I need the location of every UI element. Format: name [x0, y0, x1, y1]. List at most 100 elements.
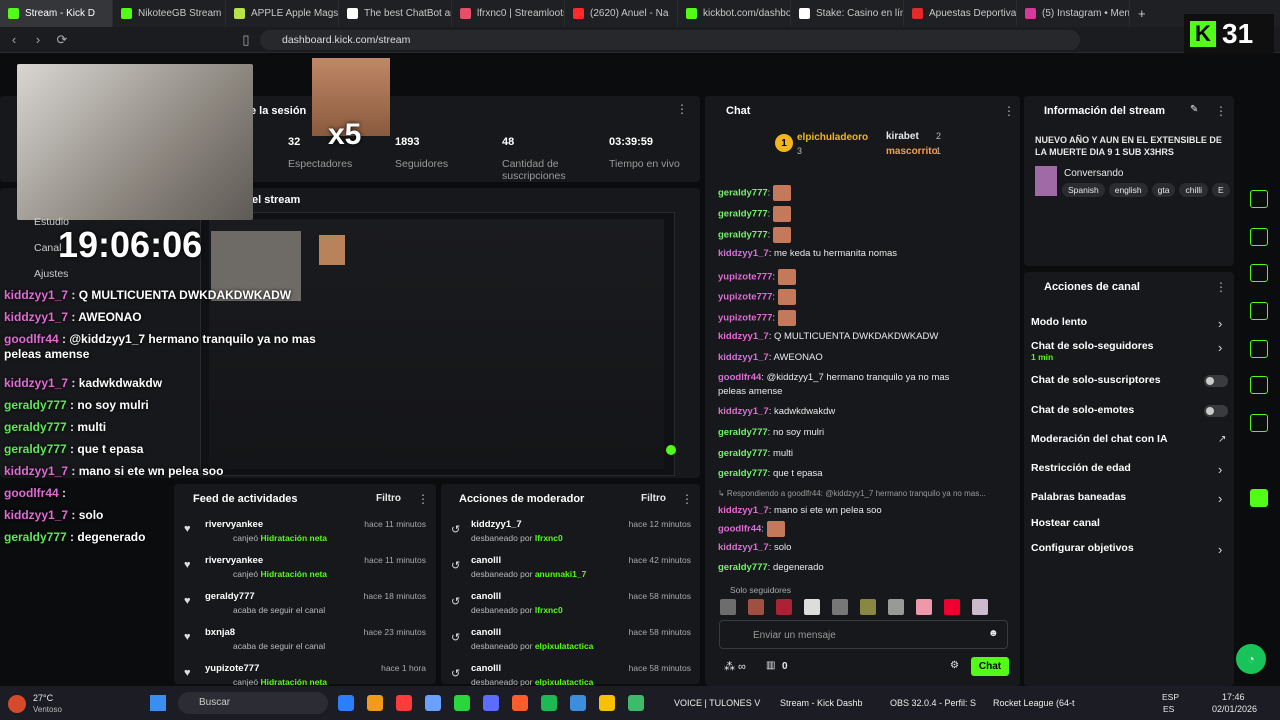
chat-message[interactable]: geraldy777: [718, 185, 791, 201]
forward-icon[interactable]: › [28, 32, 48, 47]
taskbar-app-icon[interactable] [628, 695, 644, 711]
browser-tab[interactable]: The best ChatBot and [339, 0, 452, 27]
bolt-icon[interactable] [1250, 228, 1268, 246]
chat-username[interactable]: geraldy777 [718, 230, 768, 241]
activity-item[interactable]: ♥ rivervyankee canjeó Hidratación neta hace… [184, 555, 426, 585]
channel-action-item[interactable]: Chat de solo-seguidores 1 min [1031, 340, 1154, 362]
moderator-item[interactable]: ↺ canolll desbaneado por anunnaki1_7 hace 4… [451, 555, 691, 585]
channel-action-item[interactable]: Chat de solo-suscriptores [1031, 374, 1161, 386]
browser-tab[interactable]: Stream - Kick D [0, 0, 113, 27]
browser-tab[interactable]: NikoteeGB Stream [113, 0, 226, 27]
taskbar-app-label[interactable]: Stream - Kick Dashb [780, 698, 863, 708]
support-chat-icon[interactable]: ◔ [1236, 644, 1266, 674]
activity-item[interactable]: ♥ geraldy777 acaba de seguir el canal hace… [184, 591, 426, 621]
chat-message[interactable]: kiddzyy1_7: mano si ete wn pelea soo [718, 505, 882, 516]
chat-username[interactable]: yupizote777 [718, 272, 772, 283]
chat-username[interactable]: kiddzyy1_7 [718, 542, 769, 553]
browser-tab[interactable]: Stake: Casino en línea [791, 0, 904, 27]
chat-message[interactable]: ↳ Respondiendo a goodlfr44: @kiddzyy1_7 … [718, 489, 986, 498]
taskbar-app-label[interactable]: OBS 32.0.4 - Perfil: S [890, 698, 976, 708]
url-field[interactable]: dashboard.kick.com/stream [260, 30, 1080, 50]
chat-username[interactable]: kiddzyy1_7 [718, 505, 769, 516]
taskbar-search[interactable]: Buscar [178, 692, 328, 714]
recent-emote-icon[interactable] [916, 599, 932, 615]
browser-tab[interactable]: (2620) Anuel - Na [565, 0, 678, 27]
taskbar-app-label[interactable]: VOICE | TULONES V [674, 698, 760, 708]
chat-username[interactable]: geraldy777 [718, 209, 768, 220]
new-tab-button[interactable]: + [1138, 6, 1146, 21]
stream-tag[interactable]: gta [1151, 183, 1176, 197]
recent-emote-icon[interactable] [804, 599, 820, 615]
recent-emote-icon[interactable] [888, 599, 904, 615]
chat-message[interactable]: kiddzyy1_7: AWEONAO [718, 352, 823, 363]
gift-icon[interactable]: ▥ [766, 660, 775, 671]
chevron-right-icon[interactable]: › [1218, 462, 1222, 477]
activity-filter-button[interactable]: Filtro [376, 493, 401, 504]
chat-message[interactable]: goodlfr44: @kiddzyy1_7 hermano tranquilo… [718, 372, 949, 383]
list-icon[interactable] [1250, 376, 1268, 394]
external-link-icon[interactable]: ↗ [1218, 434, 1226, 445]
stream-tag[interactable]: Spanish [1062, 183, 1105, 197]
chat-message[interactable]: goodlfr44: [718, 521, 785, 537]
channel-points-icon[interactable]: ⁂ ∞ [724, 660, 746, 673]
chat-username[interactable]: kiddzyy1_7 [718, 331, 769, 342]
moderator-item[interactable]: ↺ kiddzyy1_7 desbaneado por lfrxnc0 hace 12… [451, 519, 691, 549]
chat-settings-icon[interactable]: ⚙ [950, 660, 959, 671]
chat-message[interactable]: geraldy777: no soy mulri [718, 427, 824, 438]
chat-message[interactable]: yupizote777: [718, 289, 796, 305]
emoji-icon[interactable]: ☻ [988, 628, 999, 639]
stream-tag[interactable]: chilli [1179, 183, 1209, 197]
activity-item[interactable]: ♥ bxnja8 acaba de seguir el canal hace 23 … [184, 627, 426, 657]
chat-message[interactable]: yupizote777: [718, 269, 796, 285]
chat-message[interactable]: geraldy777: [718, 206, 791, 222]
channel-action-item[interactable]: Chat de solo-emotes [1031, 404, 1134, 416]
weather-icon[interactable] [8, 695, 26, 713]
moderator-item[interactable]: ↺ canolll desbaneado por elpixulatactica ha… [451, 627, 691, 657]
browser-tab[interactable]: kickbot.com/dashboa [678, 0, 791, 27]
chevron-right-icon[interactable]: › [1218, 542, 1222, 557]
bookmark-icon[interactable]: ▯ [236, 32, 256, 48]
media-icon[interactable] [1250, 489, 1268, 507]
browser-tab[interactable]: Apuestas Deportivas [904, 0, 1017, 27]
taskbar-app-icon[interactable] [338, 695, 354, 711]
chat-username[interactable]: yupizote777 [718, 313, 772, 324]
chat-username[interactable]: geraldy777 [718, 448, 768, 459]
chat-username[interactable]: kiddzyy1_7 [718, 248, 769, 259]
channel-action-item[interactable]: Hostear canal [1031, 517, 1100, 529]
chevron-right-icon[interactable]: › [1218, 340, 1222, 355]
nodes-icon[interactable] [1250, 452, 1268, 470]
taskbar-app-icon[interactable] [512, 695, 528, 711]
chat-send-button[interactable]: Chat [971, 657, 1009, 676]
chat-message[interactable]: geraldy777: [718, 227, 791, 243]
pencil-icon[interactable] [1250, 142, 1268, 160]
channel-action-item[interactable]: Modo lento [1031, 316, 1087, 328]
back-icon[interactable]: ‹ [4, 32, 24, 47]
taskbar-app-label[interactable]: Rocket League (64-t [993, 698, 1075, 708]
browser-tab[interactable]: (5) Instagram • Mensa [1017, 0, 1130, 27]
recent-emote-icon[interactable] [776, 599, 792, 615]
start-button-icon[interactable] [150, 695, 166, 711]
chevron-right-icon[interactable]: › [1218, 316, 1222, 331]
chat-message[interactable]: kiddzyy1_7: solo [718, 542, 791, 553]
chat-message[interactable]: yupizote777: [718, 310, 796, 326]
edit-icon[interactable]: ✎ [1190, 104, 1198, 115]
clipboard-icon[interactable] [1250, 264, 1268, 282]
taskbar-app-icon[interactable] [396, 695, 412, 711]
chat-menu-icon[interactable]: ⋮ [1003, 104, 1015, 118]
chat-message[interactable]: peleas amense [718, 386, 782, 397]
taskbar-app-icon[interactable] [454, 695, 470, 711]
activity-item[interactable]: ♥ rivervyankee canjeó Hidratación neta hace… [184, 519, 426, 549]
taskbar-app-icon[interactable] [570, 695, 586, 711]
recent-emote-icon[interactable] [832, 599, 848, 615]
reload-icon[interactable]: ⟳ [52, 32, 72, 48]
taskbar-app-icon[interactable] [367, 695, 383, 711]
recent-emote-icon[interactable] [860, 599, 876, 615]
chat-message[interactable]: geraldy777: que t epasa [718, 468, 823, 479]
chat-message[interactable]: kiddzyy1_7: kadwkdwakdw [718, 406, 835, 417]
chat-username[interactable]: kiddzyy1_7 [718, 352, 769, 363]
chat-username[interactable]: yupizote777 [718, 292, 772, 303]
chevron-right-icon[interactable]: › [1218, 491, 1222, 506]
chat-bubble-icon[interactable] [1250, 302, 1268, 320]
channel-action-item[interactable]: Restricción de edad [1031, 462, 1131, 474]
fullscreen-icon[interactable] [1250, 190, 1268, 208]
